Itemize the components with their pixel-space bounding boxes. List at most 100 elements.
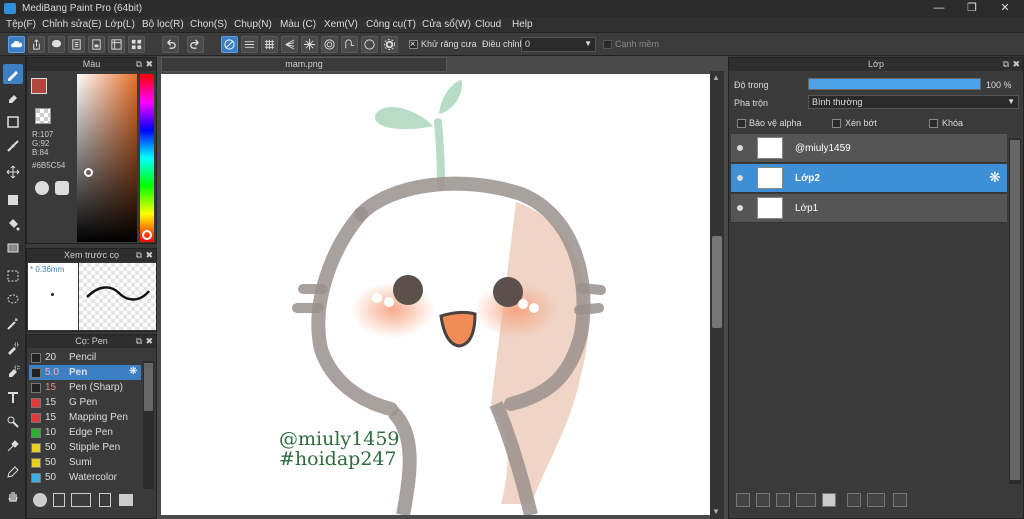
antialias-checkbox[interactable] — [409, 40, 418, 49]
menu-view[interactable]: Xem(V) — [324, 19, 358, 30]
hue-slider[interactable] — [140, 74, 154, 242]
brush-item[interactable]: 15 G Pen — [29, 395, 155, 410]
duplicate-layer-icon[interactable] — [847, 493, 861, 507]
share-icon[interactable] — [28, 36, 45, 53]
brush-item[interactable]: 50 Watercolor — [29, 470, 155, 485]
cloud-icon[interactable] — [8, 36, 25, 53]
layer-row-selected[interactable]: Lớp2 ❋ — [731, 164, 1007, 193]
layer-list-scrollbar[interactable] — [1009, 138, 1021, 484]
brush-settings-gear-icon[interactable]: ❋ — [129, 366, 137, 377]
magic-wand-tool-icon[interactable] — [3, 314, 23, 334]
soft-edge-checkbox[interactable] — [603, 40, 612, 49]
comment-icon[interactable] — [48, 36, 65, 53]
select-eraser-tool-icon[interactable] — [3, 362, 23, 382]
menu-select[interactable]: Chọn(S) — [190, 19, 227, 30]
lasso-tool-icon[interactable] — [3, 290, 23, 310]
canvas-vertical-scrollbar[interactable]: ▲ ▼ — [710, 71, 724, 519]
brush-download-icon[interactable] — [33, 493, 47, 507]
close-button[interactable]: ✕ — [990, 0, 1020, 17]
layer-row[interactable]: Lớp1 — [731, 194, 1007, 223]
hue-slider-handle[interactable] — [142, 230, 152, 240]
layer-row[interactable]: @miuly1459 — [731, 134, 1007, 163]
perspective-snap-icon[interactable] — [281, 36, 298, 53]
page-icon[interactable] — [88, 36, 105, 53]
brush-item[interactable]: 20 Pencil — [29, 350, 155, 365]
menu-file[interactable]: Tệp(F) — [6, 19, 36, 30]
undock-icon[interactable]: ⧉ — [136, 249, 142, 262]
menu-color[interactable]: Màu (C) — [280, 19, 316, 30]
rectangle-tool-icon[interactable] — [3, 112, 23, 132]
brush-item[interactable]: 15 Mapping Pen — [29, 410, 155, 425]
select-tool-icon[interactable] — [3, 266, 23, 286]
circle-snap-icon[interactable] — [361, 36, 378, 53]
color-wheel-icon[interactable] — [55, 181, 69, 195]
brush-item[interactable]: 10 Edge Pen — [29, 425, 155, 440]
grid-panel-icon[interactable] — [108, 36, 125, 53]
palette-icon[interactable] — [35, 181, 49, 195]
new-8bit-layer-icon[interactable] — [776, 493, 790, 507]
close-panel-icon[interactable]: ✖ — [1012, 58, 1020, 71]
close-panel-icon[interactable]: ✖ — [145, 249, 153, 262]
clipping-checkbox[interactable] — [832, 119, 841, 128]
scrollbar-thumb[interactable] — [1010, 140, 1020, 480]
new-brush-icon[interactable] — [53, 493, 65, 507]
text-tool-icon[interactable] — [3, 388, 23, 408]
menu-cloud[interactable]: Cloud — [475, 19, 501, 30]
lock-checkbox[interactable] — [929, 119, 938, 128]
scrollbar-thumb[interactable] — [712, 236, 722, 328]
fill-rect-tool-icon[interactable] — [3, 190, 23, 210]
merge-layer-icon[interactable] — [867, 493, 885, 507]
document-tab[interactable]: mam.png — [161, 57, 447, 72]
operation-tool-icon[interactable] — [3, 412, 23, 432]
scrollbar-thumb[interactable] — [144, 363, 153, 411]
visibility-eye-icon[interactable] — [737, 205, 743, 211]
close-panel-icon[interactable]: ✖ — [145, 58, 153, 71]
drawing-canvas[interactable]: @miuly1459 #hoidap247 — [161, 74, 710, 515]
brush-folder-icon[interactable] — [119, 494, 133, 506]
brush-item[interactable]: 15 Pen (Sharp) — [29, 380, 155, 395]
brush-tool-icon[interactable] — [3, 64, 23, 84]
minimize-button[interactable]: — — [924, 0, 954, 17]
color-picker-cursor[interactable] — [84, 168, 93, 177]
maximize-button[interactable]: ❐ — [957, 0, 987, 17]
menu-tools[interactable]: Công cụ(T) — [366, 19, 416, 30]
grid-snap-icon[interactable] — [261, 36, 278, 53]
undo-icon[interactable] — [162, 36, 179, 53]
brush-item[interactable]: 50 Sumi — [29, 455, 155, 470]
tiles-icon[interactable] — [128, 36, 145, 53]
visibility-eye-icon[interactable] — [737, 175, 743, 181]
protect-alpha-checkbox[interactable] — [737, 119, 746, 128]
radial-snap-icon[interactable] — [301, 36, 318, 53]
menu-snap[interactable]: Chụp(N) — [234, 19, 272, 30]
menu-help[interactable]: Help — [512, 19, 533, 30]
hand-tool-icon[interactable] — [3, 486, 23, 506]
parallel-snap-icon[interactable] — [241, 36, 258, 53]
eraser-tool-icon[interactable] — [3, 88, 23, 108]
document-icon[interactable] — [68, 36, 85, 53]
blend-mode-dropdown[interactable]: Bình thường ▼ — [808, 95, 1019, 109]
concentric-snap-icon[interactable] — [321, 36, 338, 53]
no-snap-icon[interactable] — [221, 36, 238, 53]
eyedropper-tool-icon[interactable] — [3, 436, 23, 456]
dot-tool-icon[interactable] — [3, 136, 23, 156]
saturation-value-picker[interactable] — [77, 74, 137, 242]
move-tool-icon[interactable] — [3, 162, 23, 182]
menu-window[interactable]: Cửa sổ(W) — [422, 19, 471, 30]
bucket-tool-icon[interactable] — [3, 214, 23, 234]
opacity-slider[interactable] — [808, 78, 981, 90]
menu-edit[interactable]: Chỉnh sửa(E) — [42, 19, 102, 30]
transparent-color-swatch[interactable] — [35, 108, 51, 124]
menu-layer[interactable]: Lớp(L) — [105, 19, 135, 30]
scroll-down-icon[interactable]: ▼ — [712, 507, 720, 516]
brush-properties-icon[interactable] — [99, 493, 111, 507]
redo-icon[interactable] — [187, 36, 204, 53]
scroll-up-icon[interactable]: ▲ — [712, 73, 720, 82]
foreground-color-swatch[interactable] — [31, 78, 47, 94]
add-brush-dropdown-icon[interactable] — [71, 493, 91, 507]
visibility-eye-icon[interactable] — [737, 145, 743, 151]
new-halftone-layer-icon[interactable] — [756, 493, 770, 507]
brush-list-scrollbar[interactable] — [143, 361, 154, 489]
select-pen-tool-icon[interactable] — [3, 338, 23, 358]
undock-icon[interactable]: ⧉ — [136, 58, 142, 71]
menu-filter[interactable]: Bộ lọc(R) — [142, 19, 184, 30]
